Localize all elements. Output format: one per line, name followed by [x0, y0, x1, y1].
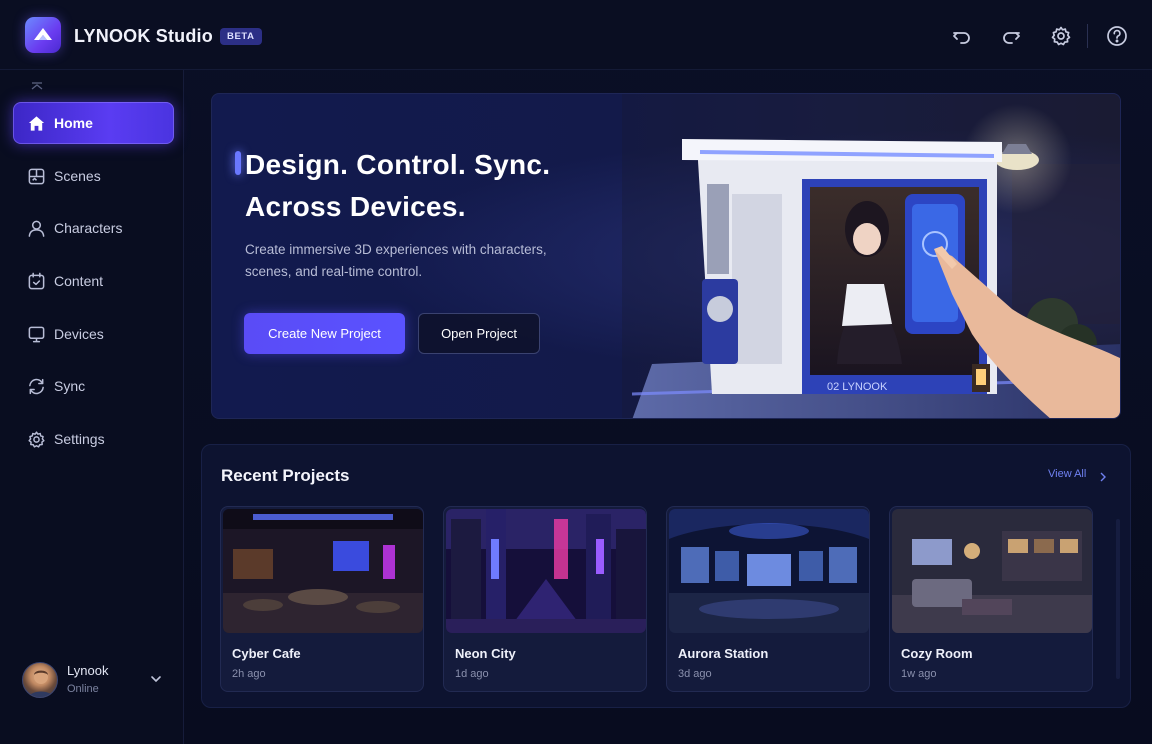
app-window: LYNOOK Studio BETA Home Scenes Character… — [0, 0, 1152, 744]
profile-status: Online — [67, 683, 99, 695]
project-name: Cozy Room — [901, 646, 973, 661]
sidebar: Home Scenes Characters Content Devices S… — [0, 70, 184, 744]
undo-icon[interactable] — [951, 25, 973, 47]
sidebar-item-sync[interactable]: Sync — [13, 365, 174, 407]
hero-title: Design. Control. Sync. Across Devices. — [245, 144, 550, 228]
sidebar-item-home[interactable]: Home — [13, 102, 174, 144]
recent-projects-panel: Recent Projects View All Cyber Cafe 2h a… — [201, 444, 1131, 708]
sidebar-item-label: Scenes — [54, 168, 101, 184]
scenes-icon — [27, 167, 46, 186]
recent-projects-title: Recent Projects — [221, 466, 350, 485]
hero-subtitle-line: scenes, and real-time control. — [245, 264, 423, 279]
sidebar-item-label: Settings — [54, 431, 105, 447]
project-card-cyber-cafe[interactable]: Cyber Cafe 2h ago — [220, 506, 424, 692]
app-logo-icon[interactable] — [25, 17, 61, 53]
sidebar-item-scenes[interactable]: Scenes — [13, 155, 174, 197]
hero-title-line: Across Devices. — [245, 191, 466, 222]
app-title: LYNOOK Studio — [74, 26, 213, 46]
user-icon — [27, 219, 46, 238]
gear-icon — [27, 430, 46, 449]
view-all-link[interactable]: View All — [1048, 468, 1086, 480]
create-new-project-button[interactable]: Create New Project — [244, 313, 405, 354]
top-bar: LYNOOK Studio BETA — [0, 0, 1152, 70]
project-card-neon-city[interactable]: Neon City 1d ago — [443, 506, 647, 692]
sync-icon — [27, 377, 46, 396]
sidebar-item-characters[interactable]: Characters — [13, 207, 174, 249]
project-thumbnail — [223, 509, 423, 633]
profile-name: Lynook — [67, 663, 109, 678]
project-time: 3d ago — [678, 668, 712, 680]
content-icon — [27, 272, 46, 291]
collapse-sidebar-icon[interactable] — [30, 79, 44, 97]
project-name: Aurora Station — [678, 646, 769, 661]
project-name: Cyber Cafe — [232, 646, 301, 661]
sidebar-item-settings[interactable]: Settings — [13, 418, 174, 460]
hero-device-illustration: 02 LYNOOK — [622, 94, 1120, 418]
open-project-button[interactable]: Open Project — [418, 313, 540, 354]
user-profile[interactable]: Lynook Online — [13, 654, 174, 706]
chevron-right-icon[interactable] — [1099, 469, 1107, 487]
sidebar-item-label: Devices — [54, 326, 104, 342]
sidebar-item-label: Home — [54, 115, 93, 131]
accent-glow — [235, 151, 241, 175]
sidebar-item-label: Characters — [54, 220, 123, 236]
project-card-aurora-station[interactable]: Aurora Station 3d ago — [666, 506, 870, 692]
device-label: 02 LYNOOK — [827, 381, 888, 393]
sidebar-item-content[interactable]: Content — [13, 260, 174, 302]
home-icon — [27, 114, 46, 133]
chevron-down-icon[interactable] — [149, 672, 163, 691]
project-name: Neon City — [455, 646, 516, 661]
project-time: 1d ago — [455, 668, 489, 680]
project-thumbnail — [892, 509, 1092, 633]
avatar — [22, 662, 58, 698]
project-time: 2h ago — [232, 668, 266, 680]
help-icon[interactable] — [1106, 25, 1128, 47]
gear-icon[interactable] — [1050, 25, 1072, 47]
hero-subtitle: Create immersive 3D experiences with cha… — [245, 239, 605, 283]
toolbar-divider — [1087, 24, 1088, 48]
horizontal-scroll-track[interactable] — [1116, 519, 1120, 679]
project-thumbnail — [669, 509, 869, 633]
beta-badge: BETA — [220, 28, 262, 45]
sidebar-item-devices[interactable]: Devices — [13, 313, 174, 355]
project-card-cozy-room[interactable]: Cozy Room 1w ago — [889, 506, 1093, 692]
hero-subtitle-line: Create immersive 3D experiences with cha… — [245, 242, 547, 257]
project-time: 1w ago — [901, 668, 937, 680]
hero-banner: Design. Control. Sync. Across Devices. C… — [211, 93, 1121, 419]
redo-icon[interactable] — [1000, 25, 1022, 47]
sidebar-item-label: Content — [54, 273, 104, 289]
sidebar-item-label: Sync — [54, 378, 86, 394]
monitor-icon — [27, 325, 46, 344]
hero-title-line: Design. Control. Sync. — [245, 149, 551, 180]
project-thumbnail — [446, 509, 646, 633]
